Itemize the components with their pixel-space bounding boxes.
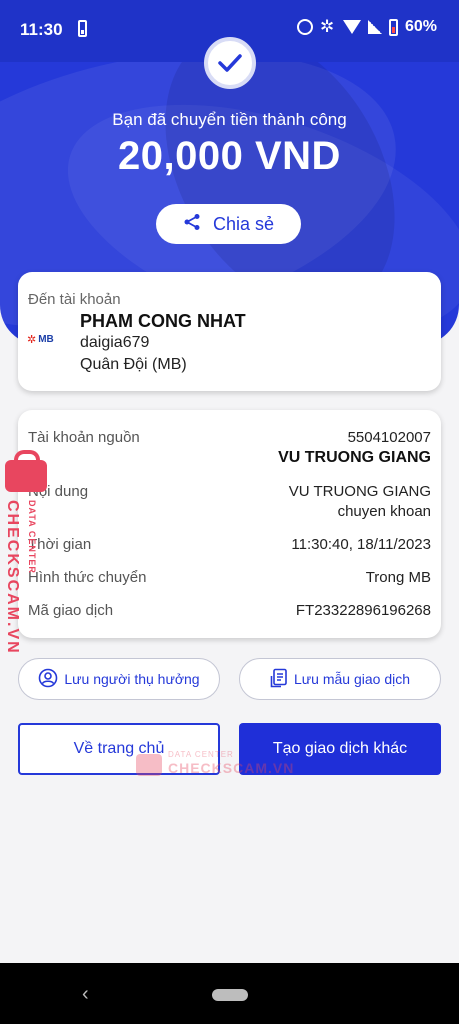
recipient-card: Đến tài khoản ✲ MB PHAM CONG NHAT daigia… — [18, 272, 441, 391]
recipient-account: daigia679 — [80, 334, 150, 351]
recipient-heading: Đến tài khoản — [28, 291, 121, 308]
recipient-bank: Quân Đội (MB) — [80, 356, 187, 373]
content-line-1: VU TRUONG GIANG — [288, 483, 431, 500]
alarm-icon — [296, 19, 313, 35]
bank-logo: ✲ MB — [27, 333, 54, 346]
share-button[interactable]: Chia sẻ — [156, 204, 301, 244]
bank-logo-text: MB — [38, 334, 54, 345]
success-check-icon — [204, 37, 256, 89]
transaction-details-card: Tài khoản nguồn 5504102007 VU TRUONG GIA… — [18, 410, 441, 638]
settings-icon: ✲ — [319, 17, 335, 36]
status-time: 11:30 — [20, 20, 63, 39]
transaction-id-value: FT23322896196268 — [295, 602, 431, 619]
share-icon — [183, 213, 201, 236]
source-account-number: 5504102007 — [347, 429, 431, 446]
receipt-icon — [270, 668, 288, 691]
source-account-name: VU TRUONG GIANG — [278, 449, 431, 466]
success-message: Bạn đã chuyển tiền thành công — [112, 110, 347, 129]
share-label: Chia sẻ — [212, 213, 275, 234]
method-label: Hình thức chuyển — [28, 569, 147, 586]
back-icon[interactable]: ‹ — [82, 983, 89, 1006]
home-pill-icon[interactable] — [212, 989, 248, 1001]
star-icon: ✲ — [27, 334, 37, 346]
save-template-button[interactable]: Lưu mẫu giao dịch — [239, 658, 441, 700]
user-icon — [38, 668, 58, 691]
status-icons: ✲ 60% — [296, 17, 437, 36]
system-nav-bar: ‹ — [0, 963, 459, 1024]
time-label: Thời gian — [28, 536, 92, 553]
content-label: Nội dung — [28, 483, 89, 500]
save-beneficiary-button[interactable]: Lưu người thụ hưởng — [18, 658, 220, 700]
battery-icon — [388, 18, 398, 36]
home-button[interactable]: Về trang chủ — [18, 723, 220, 775]
content-line-2: chuyen khoan — [337, 503, 431, 520]
transfer-amount: 20,000 VND — [118, 134, 341, 178]
new-transaction-button[interactable]: Tạo giao dịch khác — [239, 723, 441, 775]
signal-icon — [367, 20, 382, 34]
transaction-id-label: Mã giao dịch — [28, 602, 114, 619]
source-account-label: Tài khoản nguồn — [28, 429, 140, 446]
battery-percent: 60% — [404, 18, 437, 35]
wifi-icon — [342, 20, 361, 34]
save-template-label: Lưu mẫu giao dịch — [294, 671, 410, 687]
method-value: Trong MB — [365, 569, 431, 586]
battery-saver-icon — [78, 20, 87, 37]
save-beneficiary-label: Lưu người thụ hưởng — [64, 671, 200, 687]
recipient-name: PHAM CONG NHAT — [80, 311, 246, 331]
time-value: 11:30:40, 18/11/2023 — [291, 536, 431, 553]
